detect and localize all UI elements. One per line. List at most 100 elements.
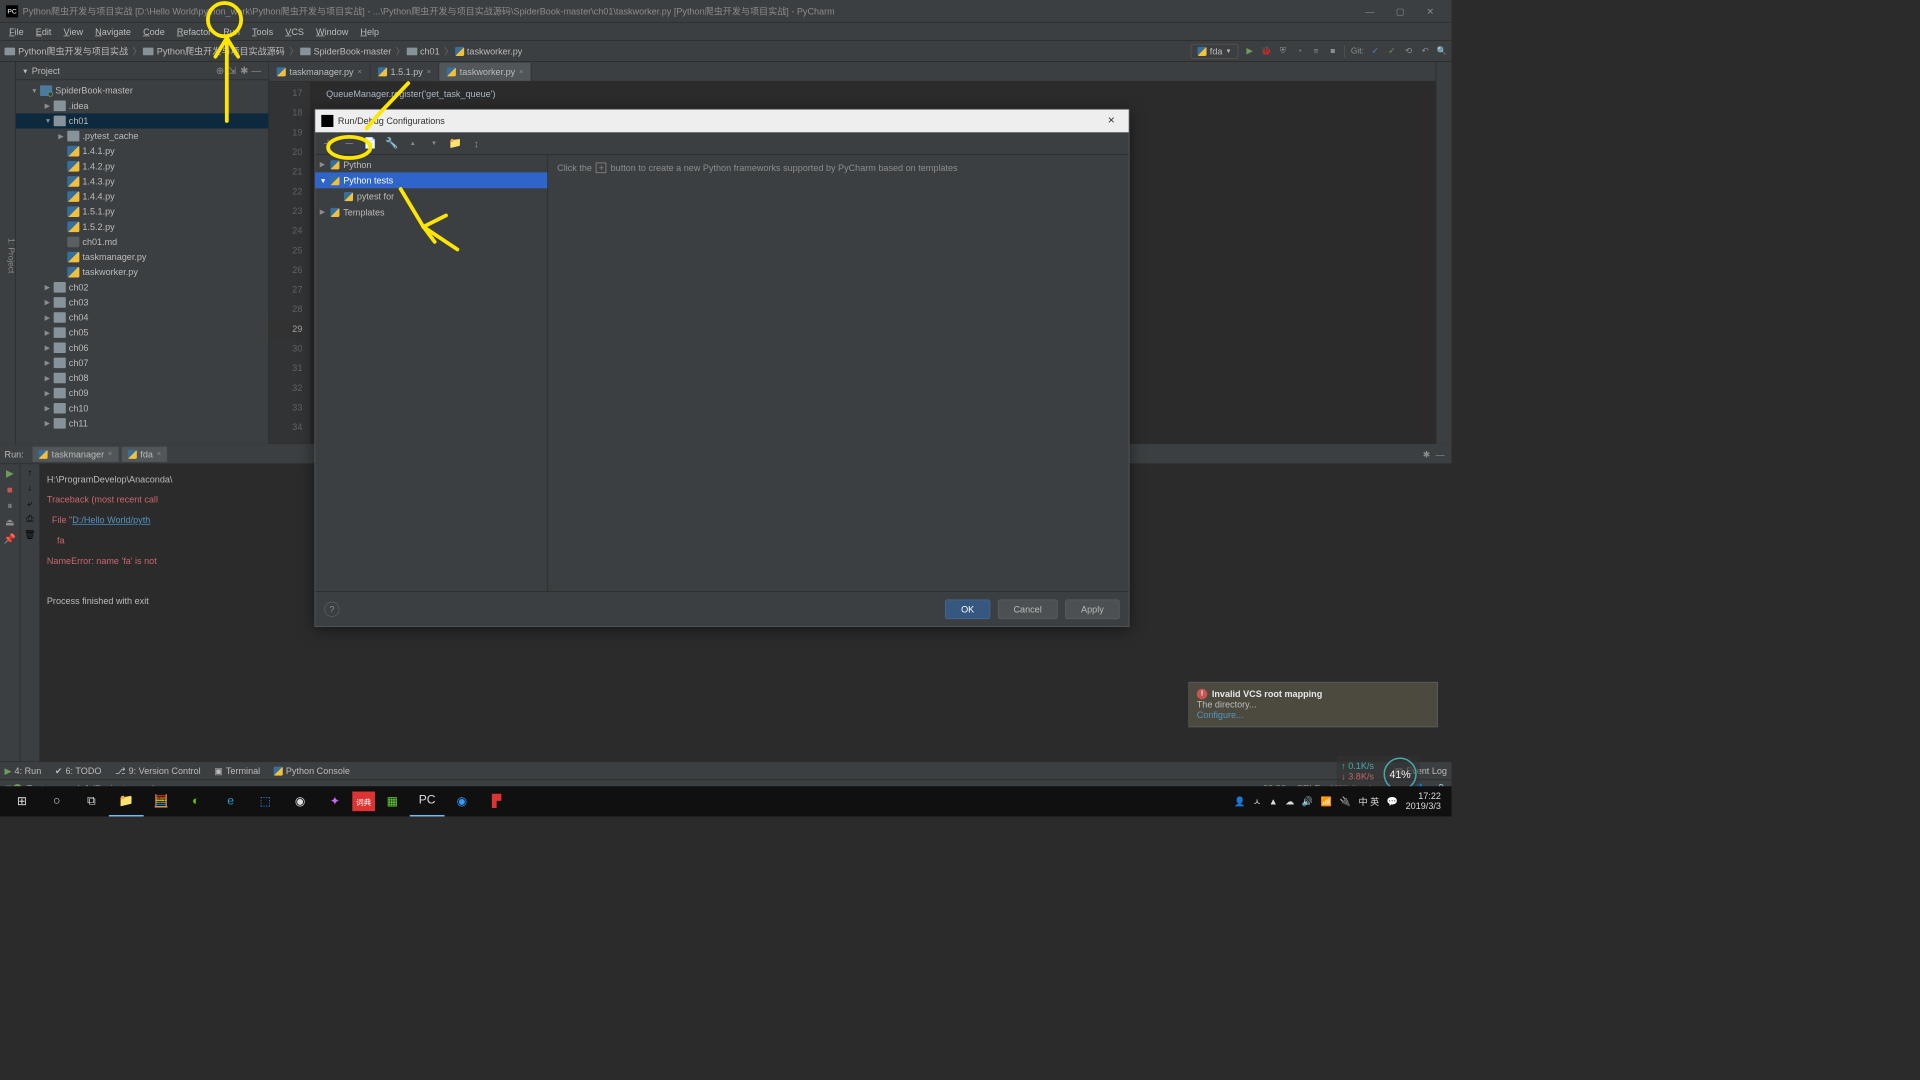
chrome-icon[interactable]: ◉ [283,786,318,816]
app-icon-4[interactable]: ▦ [375,786,410,816]
dialog-close-icon[interactable]: × [1100,114,1123,128]
wrap-icon[interactable]: ⤶ [27,497,32,508]
tree-item[interactable]: ▶ch04 [16,310,269,325]
run-tab-fda[interactable]: fda× [121,446,167,461]
search-icon[interactable]: 🔍 [1436,46,1447,57]
coverage-icon[interactable]: ⛨ [1278,46,1289,57]
tree-item[interactable]: ▼SpiderBook-master [16,83,269,98]
breadcrumb-item[interactable]: Python爬虫开发与项目实战源码 [143,45,285,58]
start-button[interactable]: ⊞ [5,786,40,816]
tree-item[interactable]: ▶ch03 [16,295,269,310]
tree-item[interactable]: ▼ch01 [16,113,269,128]
menu-code[interactable]: Code [137,24,171,39]
menu-file[interactable]: File [3,24,30,39]
menu-run[interactable]: Run [217,24,246,39]
notification-link[interactable]: Configure... [1197,710,1244,721]
app-icon-2[interactable]: ✦ [318,786,353,816]
remove-config-icon[interactable]: － [342,136,356,151]
run-hide-icon[interactable]: — [1433,449,1447,460]
tree-item[interactable]: 1.5.2.py [16,219,269,234]
todo-tool-button[interactable]: ✔6: TODO [55,765,102,776]
tray-people-icon[interactable]: 👤 [1234,796,1245,807]
explorer-icon[interactable]: 📁 [109,786,144,816]
pause-icon[interactable]: ⏸ [7,500,12,512]
notification-toast[interactable]: !Invalid VCS root mapping The directory.… [1188,682,1437,727]
menu-help[interactable]: Help [354,24,385,39]
menu-edit[interactable]: Edit [30,24,58,39]
git-update-icon[interactable]: ✓ [1370,46,1381,57]
tree-item[interactable]: ▶.pytest_cache [16,129,269,144]
cortana-icon[interactable]: ○ [39,786,74,816]
print-icon[interactable]: ⎙ [26,513,33,524]
menu-tools[interactable]: Tools [246,24,279,39]
config-tree-item[interactable]: ▼Python tests [315,172,547,188]
tree-item[interactable]: 1.4.2.py [16,159,269,174]
trash-icon[interactable]: 🗑 [24,529,36,540]
ok-button[interactable]: OK [945,599,990,619]
ime-indicator[interactable]: 中 英 [1359,795,1380,808]
config-tree-item[interactable]: pytest for [315,188,547,204]
help-icon[interactable]: ? [324,601,339,616]
clock[interactable]: 17:222019/3/3 [1406,792,1441,812]
stop-icon[interactable]: ■ [7,484,13,495]
tree-item[interactable]: taskmanager.py [16,249,269,264]
tree-item[interactable]: 1.4.3.py [16,174,269,189]
tree-item[interactable]: ▶ch07 [16,355,269,370]
up-icon[interactable]: ↑ [28,467,33,478]
tree-item[interactable]: ▶ch02 [16,280,269,295]
rerun-icon[interactable]: ▶ [6,467,14,479]
run-icon[interactable]: ▶ [1244,46,1255,57]
debug-icon[interactable]: 🐞 [1261,46,1272,57]
tree-item[interactable]: 1.5.1.py [16,204,269,219]
run-config-selector[interactable]: fda ▼ [1191,43,1238,58]
exit-icon[interactable]: ⏏ [5,516,14,528]
app-icon-5[interactable]: ◉ [445,786,480,816]
editor-tab[interactable]: 1.5.1.py× [370,63,439,81]
config-tree[interactable]: ▶Python▼Python testspytest for▶Templates [315,155,548,591]
tree-item[interactable]: taskworker.py [16,265,269,280]
pin-icon[interactable]: 📌 [4,533,16,545]
system-tray[interactable]: 👤 ㅅ▲☁🔊📶🔌 中 英 💬 17:222019/3/3 [1234,792,1447,812]
down-icon[interactable]: ↓ [28,482,33,493]
tree-item[interactable]: ▶ch11 [16,416,269,431]
left-tool-rail[interactable]: 1: Project [0,62,16,444]
app-icon-1[interactable]: ⬚ [248,786,283,816]
right-tool-rail[interactable] [1436,62,1452,444]
terminal-tool-button[interactable]: ▣Terminal [214,765,260,776]
git-revert-icon[interactable]: ↶ [1420,46,1431,57]
settings-icon[interactable]: ✱ [238,65,250,77]
git-commit-icon[interactable]: ✓ [1387,46,1398,57]
add-config-icon[interactable]: ＋ [321,136,335,151]
profile-icon[interactable]: ◔ [1294,46,1305,57]
folder-config-icon[interactable]: 📁 [448,137,462,150]
tree-item[interactable]: 1.4.4.py [16,189,269,204]
editor-tab[interactable]: taskmanager.py× [269,63,370,81]
tree-item[interactable]: ▶ch06 [16,340,269,355]
minimize-button[interactable]: — [1355,0,1385,22]
editor-tab[interactable]: taskworker.py× [439,63,531,81]
maximize-button[interactable]: ▢ [1385,0,1415,22]
down-config-icon[interactable]: ▼ [427,140,441,147]
dialog-titlebar[interactable]: Run/Debug Configurations × [315,110,1128,133]
tree-item[interactable]: ▶ch05 [16,325,269,340]
breadcrumb-item[interactable]: taskworker.py [455,46,523,57]
sort-config-icon[interactable]: ↕ [469,137,483,149]
tree-item[interactable]: 1.4.1.py [16,144,269,159]
stop-icon[interactable]: ■ [1327,46,1338,57]
run-tool-button[interactable]: ▶4: Run [5,765,42,776]
breadcrumb-item[interactable]: ch01 [406,46,439,57]
git-history-icon[interactable]: ⟲ [1403,46,1414,57]
menu-window[interactable]: Window [310,24,354,39]
menu-refactor[interactable]: Refactor [171,24,217,39]
config-tree-item[interactable]: ▶Templates [315,204,547,220]
python-console-button[interactable]: Python Console [274,765,350,776]
tree-item[interactable]: ▶.idea [16,98,269,113]
close-button[interactable]: ✕ [1415,0,1445,22]
cancel-button[interactable]: Cancel [998,599,1058,619]
run-tab-taskmanager[interactable]: taskmanager× [33,446,119,461]
menu-view[interactable]: View [58,24,90,39]
breadcrumb-item[interactable]: Python爬虫开发与项目实战 [5,45,129,58]
hide-icon[interactable]: — [250,65,262,76]
pdf-icon[interactable]: ▛ [479,786,514,816]
concurrency-icon[interactable]: ≡ [1311,46,1322,57]
